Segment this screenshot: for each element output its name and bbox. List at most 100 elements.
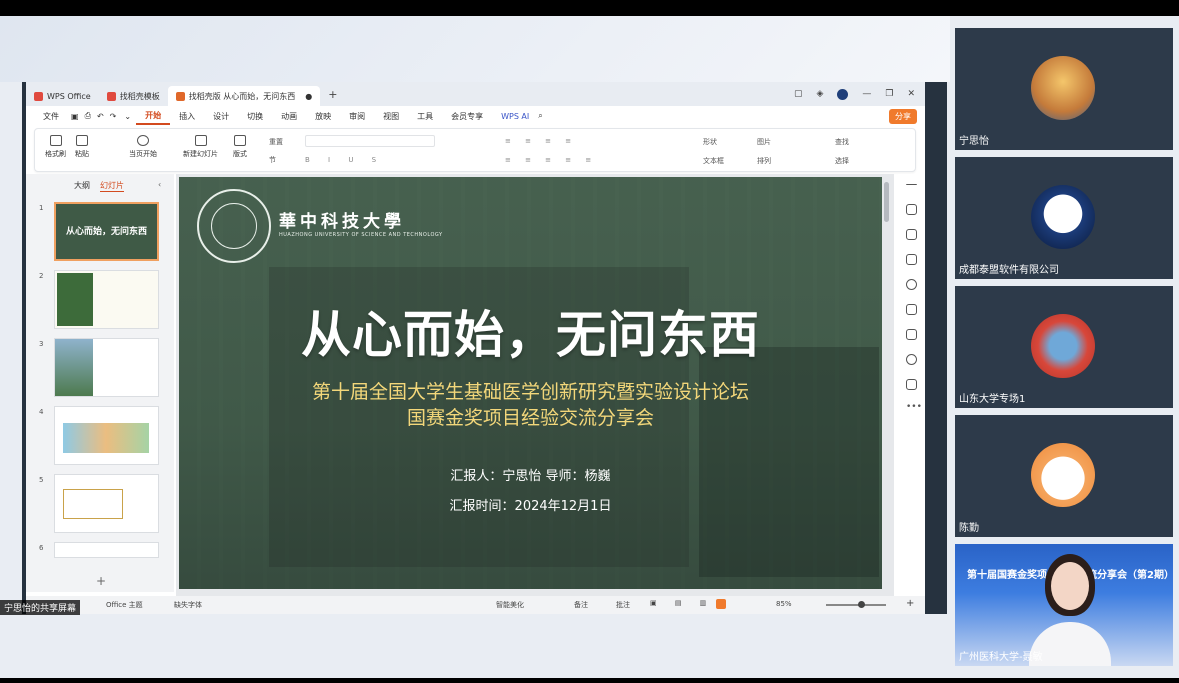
participant-tile-3[interactable]: 山东大学专场1 (955, 286, 1173, 408)
textbox-button[interactable]: 文本框 (703, 156, 724, 166)
section-button[interactable]: 节 (269, 155, 276, 165)
minus-icon[interactable] (906, 184, 917, 186)
slide-thumbnail-4[interactable] (54, 406, 159, 465)
participant-tile-2[interactable]: 成都泰盟软件有限公司 (955, 157, 1173, 279)
participant-name: 宁思怡 (959, 136, 989, 147)
print-icon[interactable]: ⎙ (82, 111, 94, 121)
share-button[interactable]: 分享 (889, 109, 917, 124)
collapse-icon[interactable]: ‹ (158, 180, 161, 192)
align-buttons[interactable]: ≡ ≡ ≡ ≡ ≡ (505, 156, 597, 164)
cube-icon[interactable]: ◈ (816, 89, 823, 99)
book-icon[interactable] (906, 329, 917, 340)
play-slideshow-button[interactable] (716, 599, 726, 609)
menu-review[interactable]: 审阅 (340, 111, 374, 122)
play-from-current-button[interactable]: 当页开始 (129, 135, 157, 159)
smart-beautify-button[interactable]: 智能美化 (496, 600, 524, 610)
menu-wps-ai[interactable]: WPS AI (492, 112, 538, 121)
paragraph-buttons[interactable]: ≡ ≡ ≡ ≡ (505, 137, 577, 145)
menu-animation[interactable]: 动画 (272, 111, 306, 122)
current-slide[interactable]: 華中科技大學 HUAZHONG UNIVERSITY OF SCIENCE AN… (179, 177, 882, 589)
tab-wps-office[interactable]: WPS Office (26, 86, 99, 106)
menu-member[interactable]: 会员专享 (442, 111, 492, 122)
star-icon[interactable] (906, 229, 917, 240)
redo-icon[interactable]: ↷ (107, 112, 120, 121)
menu-file[interactable]: 文件 (34, 111, 68, 122)
presenter-line: 汇报人：宁思怡 导师：杨巍 (450, 469, 611, 484)
ribbon-label: 格式刷 (45, 150, 66, 158)
tab-outline[interactable]: 大纲 (74, 180, 90, 192)
reset-button[interactable]: 重置 (269, 137, 283, 147)
new-tab-icon[interactable]: + (328, 88, 337, 101)
save-icon[interactable]: ▣ (68, 112, 82, 121)
zoom-slider-handle[interactable] (858, 601, 865, 608)
slide-thumbnail-3[interactable] (54, 338, 159, 397)
tools-icon[interactable] (906, 304, 917, 315)
zoom-level[interactable]: 85% (776, 600, 792, 608)
format-painter-button[interactable]: 格式刷 (45, 135, 66, 159)
undo-icon[interactable]: ↶ (94, 112, 107, 121)
comments-button[interactable]: 批注 (616, 600, 630, 610)
face (1051, 562, 1089, 610)
participant-tile-1[interactable]: 宁思怡 (955, 28, 1173, 150)
zoom-slider[interactable] (826, 604, 886, 606)
close-tab-icon[interactable]: ● (305, 92, 312, 101)
slide-thumbnail-6[interactable] (54, 542, 159, 558)
ribbon-label: 版式 (233, 150, 247, 158)
paste-button[interactable]: 粘贴 (75, 135, 89, 159)
find-button[interactable]: 查找 (835, 137, 849, 147)
font-style-buttons[interactable]: B I U S (305, 156, 384, 164)
menu-tools[interactable]: 工具 (408, 111, 442, 122)
arrange-button[interactable]: 排列 (757, 156, 771, 166)
notes-button[interactable]: 备注 (574, 600, 588, 610)
minimize-icon[interactable]: — (862, 89, 871, 99)
theme-label: Office 主题 (106, 601, 143, 609)
avatar (1031, 185, 1095, 249)
picture-button[interactable]: 图片 (757, 137, 771, 147)
missing-font-button[interactable]: 缺失字体 (174, 600, 202, 610)
restore-icon[interactable]: ❐ (885, 89, 893, 99)
tab-template[interactable]: 找稻壳模板 (99, 86, 168, 106)
shared-wps-window: WPS Office 找稻壳模板 找稻壳版 从心而始，无问东西 ● + ▢ ◈ … (22, 82, 925, 614)
menu-slideshow[interactable]: 放映 (306, 111, 340, 122)
brush-icon (49, 135, 62, 146)
search-icon[interactable]: ⌕ (538, 111, 542, 121)
date-line: 汇报时间：2024年12月1日 (449, 499, 612, 514)
meeting-screen: WPS Office 找稻壳模板 找稻壳版 从心而始，无问东西 ● + ▢ ◈ … (0, 0, 1179, 683)
zoom-in-icon[interactable]: + (906, 598, 914, 609)
close-icon[interactable]: ✕ (907, 89, 915, 99)
layout-grid-icon (234, 135, 246, 146)
help-icon[interactable] (906, 354, 917, 365)
copy-icon[interactable] (906, 254, 917, 265)
menu-view[interactable]: 视图 (374, 111, 408, 122)
select-button[interactable]: 选择 (835, 156, 849, 166)
target-icon[interactable] (906, 279, 917, 290)
slide-number: 6 (39, 544, 44, 552)
panel-tabs: 大纲 幻灯片 ‹ (74, 180, 161, 192)
menu-home[interactable]: 开始 (136, 107, 171, 125)
view-buttons[interactable]: ▣ ▤ ▥ (650, 599, 714, 607)
font-name-select[interactable] (305, 135, 435, 147)
feedback-icon[interactable] (906, 379, 917, 390)
slide-thumbnail-2[interactable] (54, 270, 159, 329)
layout-icon[interactable]: ▢ (794, 89, 803, 99)
new-slide-button[interactable]: 新建幻灯片 (183, 135, 218, 159)
participant-tile-5-video[interactable]: 第十届国赛金奖项目经验交流分享会（第2期） 广州医科大学-聂敏 (955, 544, 1173, 666)
avatar[interactable] (837, 88, 849, 100)
menu-insert[interactable]: 插入 (170, 111, 204, 122)
slide-thumbnail-5[interactable] (54, 474, 159, 533)
menu-design[interactable]: 设计 (204, 111, 238, 122)
slide-thumbnail-1[interactable]: 从心而始，无问东西 (54, 202, 159, 261)
layout-button[interactable]: 版式 (233, 135, 247, 159)
status-bar: Office 主题 缺失字体 智能美化 备注 批注 ▣ ▤ ▥ 85% + (26, 596, 925, 614)
add-slide-button[interactable]: + (96, 574, 106, 588)
more-icon[interactable]: ••• (906, 402, 922, 412)
vertical-scrollbar[interactable] (884, 182, 889, 222)
shape-button[interactable]: 形状 (703, 137, 717, 147)
tab-presentation[interactable]: 找稻壳版 从心而始，无问东西 ● (167, 86, 321, 106)
chevron-down-icon[interactable]: ⌄ (119, 112, 136, 121)
thumb-image (55, 339, 93, 396)
participant-tile-4[interactable]: 陈勤 (955, 415, 1173, 537)
tab-slides[interactable]: 幻灯片 (100, 180, 124, 192)
menu-transition[interactable]: 切换 (238, 111, 272, 122)
adjust-icon[interactable] (906, 204, 917, 215)
